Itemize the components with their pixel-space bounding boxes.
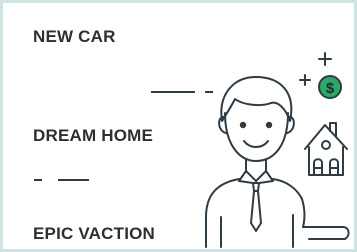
svg-text:$: $ <box>326 80 335 97</box>
businessman-icon <box>205 76 350 248</box>
house-icon <box>304 122 348 176</box>
dollar-coin-icon: $ <box>318 75 342 99</box>
illustration-card: NEW CAR DREAM HOME EPIC VACTION $ <box>0 0 357 252</box>
person-dreaming-illustration: $ <box>205 52 350 248</box>
